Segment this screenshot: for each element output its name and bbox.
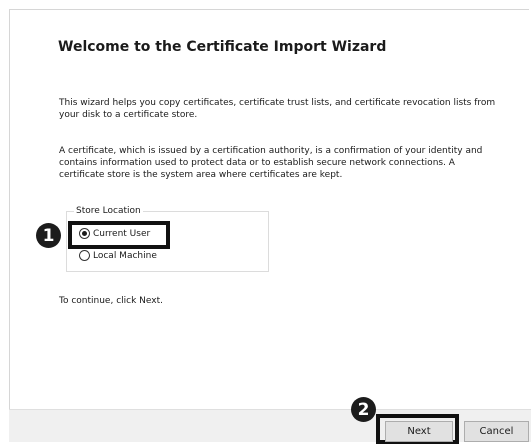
store-location-legend: Store Location xyxy=(74,206,143,216)
radio-local-machine-label: Local Machine xyxy=(93,250,157,261)
cancel-button[interactable]: Cancel xyxy=(464,421,529,442)
wizard-title: Welcome to the Certificate Import Wizard xyxy=(58,39,387,55)
radio-button-unselected-icon[interactable] xyxy=(79,250,90,261)
radio-button-selected-icon[interactable] xyxy=(79,228,90,239)
continue-text: To continue, click Next. xyxy=(59,296,163,306)
description-text: A certificate, which is issued by a cert… xyxy=(59,146,483,180)
callout-number-one-icon: 1 xyxy=(36,223,61,248)
radio-current-user-label: Current User xyxy=(93,228,151,239)
callout-number-two-icon: 2 xyxy=(351,397,376,422)
radio-local-machine[interactable]: Local Machine xyxy=(79,250,157,261)
radio-current-user[interactable]: Current User xyxy=(79,228,150,239)
next-button[interactable]: Next xyxy=(385,421,453,442)
intro-text: This wizard helps you copy certificates,… xyxy=(59,98,496,120)
